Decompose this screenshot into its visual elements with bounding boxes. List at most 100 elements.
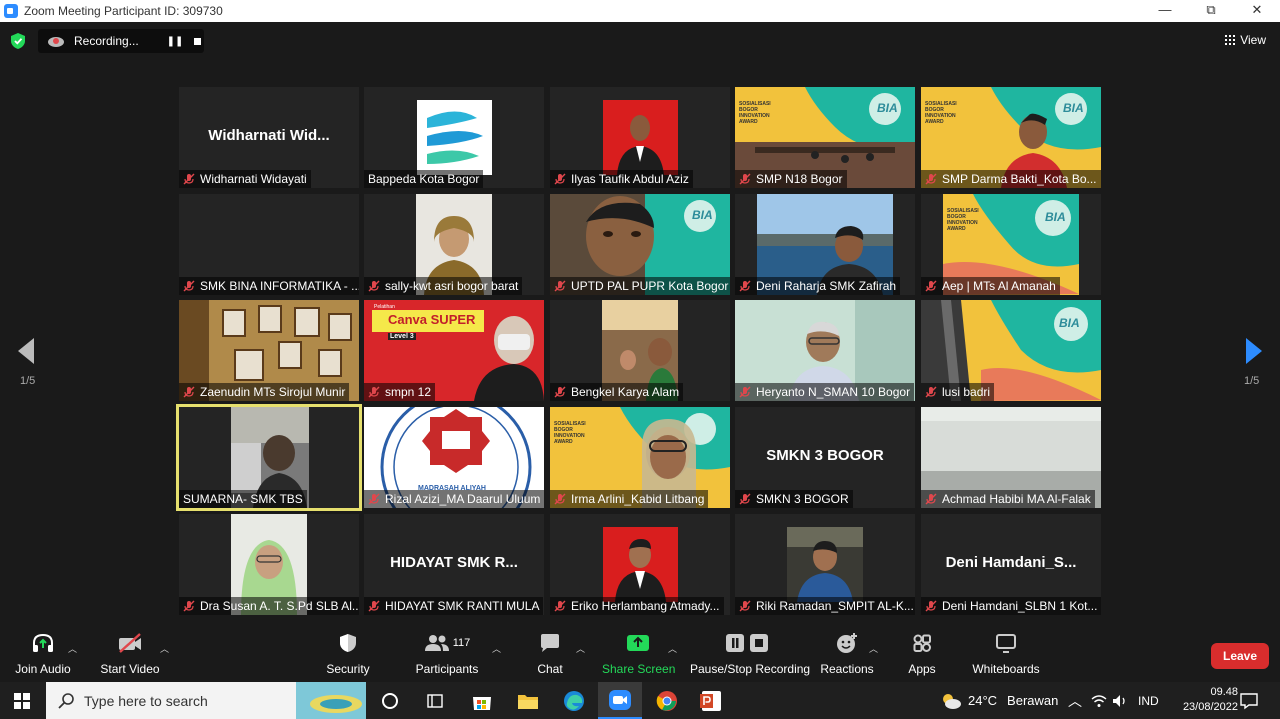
participant-tile[interactable]: SOSIALISASI BOGOR INNOVATION AWARD BIA SMP …: [735, 87, 915, 188]
participant-tile[interactable]: Pelatihan Canva SUPER Level 3 smpn 12: [364, 300, 544, 401]
powerpoint-icon[interactable]: [700, 690, 722, 712]
audio-options-caret-icon[interactable]: ︿: [68, 642, 77, 655]
mic-muted-icon: [925, 493, 937, 505]
pause-recording-button[interactable]: ❚❚: [162, 36, 188, 47]
participant-tile[interactable]: Riki Ramadan_SMPIT AL-K...: [735, 514, 915, 615]
bia-logo-text: BIA: [692, 208, 713, 222]
share-screen-caret-icon[interactable]: ︿: [668, 642, 677, 655]
start-video-button[interactable]: Start Video: [100, 628, 160, 676]
bappeda-logo-icon: [417, 100, 492, 175]
participant-photo: [787, 527, 863, 602]
share-screen-button[interactable]: Share Screen: [602, 628, 675, 676]
pause-stop-icon: [726, 634, 768, 652]
participant-name-label: Ilyas Taufik Abdul Aziz: [550, 170, 693, 188]
participant-tile[interactable]: BIA lusi badri: [921, 300, 1101, 401]
reactions-caret-icon[interactable]: ︿: [869, 642, 878, 655]
participant-tile[interactable]: Deni Raharja SMK Zafirah: [735, 194, 915, 295]
participant-tile[interactable]: Widharnati Wid... Widharnati Widayati: [179, 87, 359, 188]
video-options-caret-icon[interactable]: ︿: [160, 642, 169, 655]
participant-tile[interactable]: Achmad Habibi MA Al-Falak: [921, 407, 1101, 508]
participant-tile[interactable]: Zaenudin MTs Sirojul Munir: [179, 300, 359, 401]
mic-muted-icon: [183, 386, 195, 398]
canva-title-text: Canva SUPER: [388, 312, 476, 327]
security-button[interactable]: Security: [322, 628, 374, 676]
windows-taskbar: Type here to search 24°C Berawan ︿ IND 0…: [0, 682, 1280, 719]
mic-muted-icon: [183, 280, 195, 292]
participant-tile[interactable]: SMKN 3 BOGOR SMKN 3 BOGOR: [735, 407, 915, 508]
participant-tile[interactable]: Bappeda Kota Bogor: [364, 87, 544, 188]
stop-recording-button[interactable]: [194, 37, 201, 45]
smiley-icon: [837, 633, 857, 653]
notifications-icon[interactable]: [1240, 692, 1258, 710]
grid-view-icon: [1225, 35, 1236, 45]
leave-button[interactable]: Leave: [1211, 643, 1269, 669]
mic-muted-icon: [554, 280, 566, 292]
edge-browser-icon[interactable]: [563, 690, 585, 712]
participant-tile[interactable]: Heryanto N_SMAN 10 Bogor: [735, 300, 915, 401]
participant-tile[interactable]: Dra Susan A. T. S.Pd SLB Al...: [179, 514, 359, 615]
mic-muted-icon: [739, 493, 751, 505]
participant-name-label: lusi badri: [921, 383, 995, 401]
participant-display-name: Widharnati Wid...: [208, 127, 330, 144]
recording-label: Recording...: [74, 34, 139, 48]
participant-tile[interactable]: HIDAYAT SMK R... HIDAYAT SMK RANTI MULA: [364, 514, 544, 615]
mic-muted-icon: [554, 173, 566, 185]
task-view-icon[interactable]: [381, 692, 399, 710]
participant-tile[interactable]: SOSIALISASI BOGOR INNOVATION AWARD Irma Arl…: [550, 407, 730, 508]
participant-name-label: SMP N18 Bogor: [735, 170, 847, 188]
participant-name-label: Deni Hamdani_SLBN 1 Kot...: [921, 597, 1101, 615]
participant-tile[interactable]: Bengkel Karya Alam: [550, 300, 730, 401]
taskbar-search-box[interactable]: Type here to search: [46, 682, 366, 719]
clock-time: 09.48: [1210, 686, 1238, 698]
taskbar-clock[interactable]: 09.48 23/08/2022: [1183, 685, 1238, 715]
view-button[interactable]: View: [1225, 33, 1266, 47]
whiteboards-button[interactable]: Whiteboards: [970, 628, 1042, 676]
widgets-icon[interactable]: [426, 692, 444, 710]
next-page-arrow-icon[interactable]: [1246, 338, 1262, 364]
zoom-taskbar-item[interactable]: [598, 682, 642, 719]
participant-name-label: Aep | MTs Al Amanah: [921, 277, 1060, 295]
windows-start-icon[interactable]: [14, 693, 30, 709]
language-indicator[interactable]: IND: [1138, 682, 1159, 719]
participant-name-label: SMP Darma Bakti_Kota Bo...: [921, 170, 1101, 188]
participants-caret-icon[interactable]: ︿: [492, 642, 501, 655]
bia-logo-text: BIA: [877, 101, 898, 115]
restore-button[interactable]: ⧉: [1188, 0, 1234, 22]
pause-stop-recording-button[interactable]: Pause/Stop Recording: [690, 628, 810, 676]
banner-text: SOSIALISASI BOGOR INNOVATION AWARD: [925, 101, 957, 125]
participant-tile[interactable]: SMK BINA INFORMATIKA - ...: [179, 194, 359, 295]
participant-tile[interactable]: sally-kwt asri bogor barat: [364, 194, 544, 295]
wifi-icon[interactable]: [1091, 694, 1107, 708]
tray-chevron-up-icon[interactable]: ︿: [1068, 682, 1082, 719]
participant-tile[interactable]: SOSIALISASI BOGOR INNOVATION AWARD BIA SMP …: [921, 87, 1101, 188]
participant-tile[interactable]: BIA UPTD PAL PUPR Kota Bogor: [550, 194, 730, 295]
mic-muted-icon: [554, 386, 566, 398]
participant-tile[interactable]: Eriko Herlambang Atmady...: [550, 514, 730, 615]
join-audio-button[interactable]: Join Audio: [14, 628, 72, 676]
weather-widget[interactable]: 24°C Berawan: [940, 682, 1058, 719]
microsoft-store-icon[interactable]: [471, 691, 493, 711]
apps-button[interactable]: Apps: [902, 628, 942, 676]
participant-name-label: SMK BINA INFORMATIKA - ...: [179, 277, 359, 295]
participant-photo: [603, 100, 678, 175]
close-button[interactable]: ✕: [1234, 0, 1280, 22]
volume-icon[interactable]: [1112, 694, 1128, 708]
file-explorer-icon[interactable]: [517, 691, 539, 711]
participant-tile[interactable]: Ilyas Taufik Abdul Aziz: [550, 87, 730, 188]
chrome-browser-icon[interactable]: [656, 690, 678, 712]
reactions-button[interactable]: Reactions: [818, 628, 876, 676]
participant-tile[interactable]: Deni Hamdani_S... Deni Hamdani_SLBN 1 Ko…: [921, 514, 1101, 615]
minimize-button[interactable]: —: [1142, 0, 1188, 22]
participants-button[interactable]: 117 Participants: [414, 628, 480, 676]
chat-button[interactable]: Chat: [530, 628, 570, 676]
participant-tile[interactable]: MADRASAH ALIYAH Rizal Azizi_MA Daarul Ul…: [364, 407, 544, 508]
encryption-shield-icon[interactable]: [11, 33, 25, 49]
previous-page-arrow-icon[interactable]: [18, 338, 34, 364]
chat-caret-icon[interactable]: ︿: [576, 642, 585, 655]
zoom-app-icon: [4, 4, 18, 18]
participant-name-label: UPTD PAL PUPR Kota Bogor: [550, 277, 730, 295]
participant-tile-active-speaker[interactable]: SUMARNA- SMK TBS: [176, 404, 362, 511]
participant-name-label: SUMARNA- SMK TBS: [179, 490, 307, 508]
participant-tile[interactable]: SOSIALISASI BOGOR INNOVATION AWARD BIA Aep …: [921, 194, 1101, 295]
participant-photo: [603, 527, 678, 602]
